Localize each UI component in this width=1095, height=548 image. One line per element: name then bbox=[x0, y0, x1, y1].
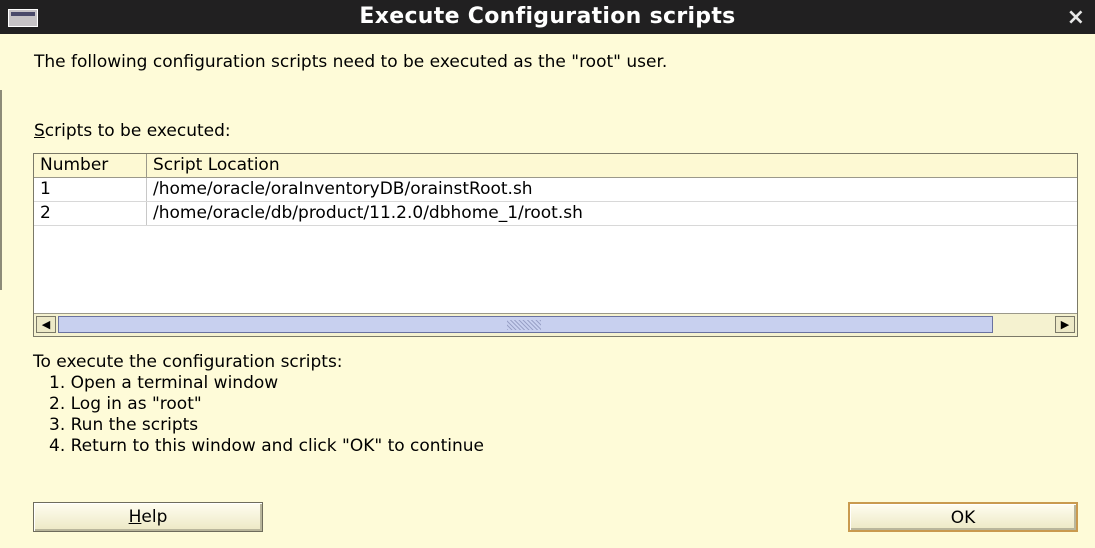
window-title: Execute Configuration scripts bbox=[359, 4, 736, 29]
intro-text: The following configuration scripts need… bbox=[34, 52, 668, 72]
help-button-label: elp bbox=[141, 507, 168, 527]
scripts-label: Scripts to be executed: bbox=[34, 121, 231, 141]
scrollbar-thumb[interactable] bbox=[58, 316, 993, 333]
instruction-step: 2. Log in as "root" bbox=[49, 394, 202, 414]
instruction-step: 3. Run the scripts bbox=[49, 415, 199, 435]
cell-script-location: /home/oracle/db/product/11.2.0/dbhome_1/… bbox=[153, 203, 583, 223]
close-icon[interactable]: × bbox=[1067, 0, 1085, 34]
cell-script-location: /home/oracle/oraInventoryDB/orainstRoot.… bbox=[153, 179, 533, 199]
horizontal-scrollbar[interactable]: ◀ ▶ bbox=[34, 313, 1077, 336]
cell-number: 2 bbox=[34, 202, 147, 225]
scripts-label-rest: cripts to be executed: bbox=[44, 121, 231, 141]
cell-number: 1 bbox=[34, 178, 147, 201]
scroll-right-arrow-icon[interactable]: ▶ bbox=[1055, 316, 1075, 333]
scroll-left-arrow-icon[interactable]: ◀ bbox=[36, 316, 56, 333]
table-row[interactable]: 2 /home/oracle/db/product/11.2.0/dbhome_… bbox=[34, 202, 1077, 226]
scrollbar-grip bbox=[507, 320, 541, 330]
scripts-label-mnemonic: S bbox=[34, 121, 45, 141]
instructions-heading: To execute the configuration scripts: bbox=[33, 352, 343, 372]
scripts-table: Number Script Location 1 /home/oracle/or… bbox=[33, 153, 1078, 337]
column-header-number[interactable]: Number bbox=[34, 154, 147, 177]
left-border-line bbox=[0, 90, 2, 290]
help-button-mnemonic: H bbox=[128, 507, 142, 527]
ok-button[interactable]: OK bbox=[848, 502, 1078, 532]
column-header-script-location[interactable]: Script Location bbox=[147, 154, 1077, 177]
table-row[interactable]: 1 /home/oracle/oraInventoryDB/orainstRoo… bbox=[34, 178, 1077, 202]
title-bar: Execute Configuration scripts × bbox=[0, 0, 1095, 34]
instruction-step: 4. Return to this window and click "OK" … bbox=[49, 436, 484, 456]
help-button[interactable]: Help bbox=[33, 502, 263, 532]
instruction-step: 1. Open a terminal window bbox=[49, 373, 279, 393]
table-header: Number Script Location bbox=[34, 154, 1077, 178]
instructions: To execute the configuration scripts: 1.… bbox=[33, 352, 484, 457]
